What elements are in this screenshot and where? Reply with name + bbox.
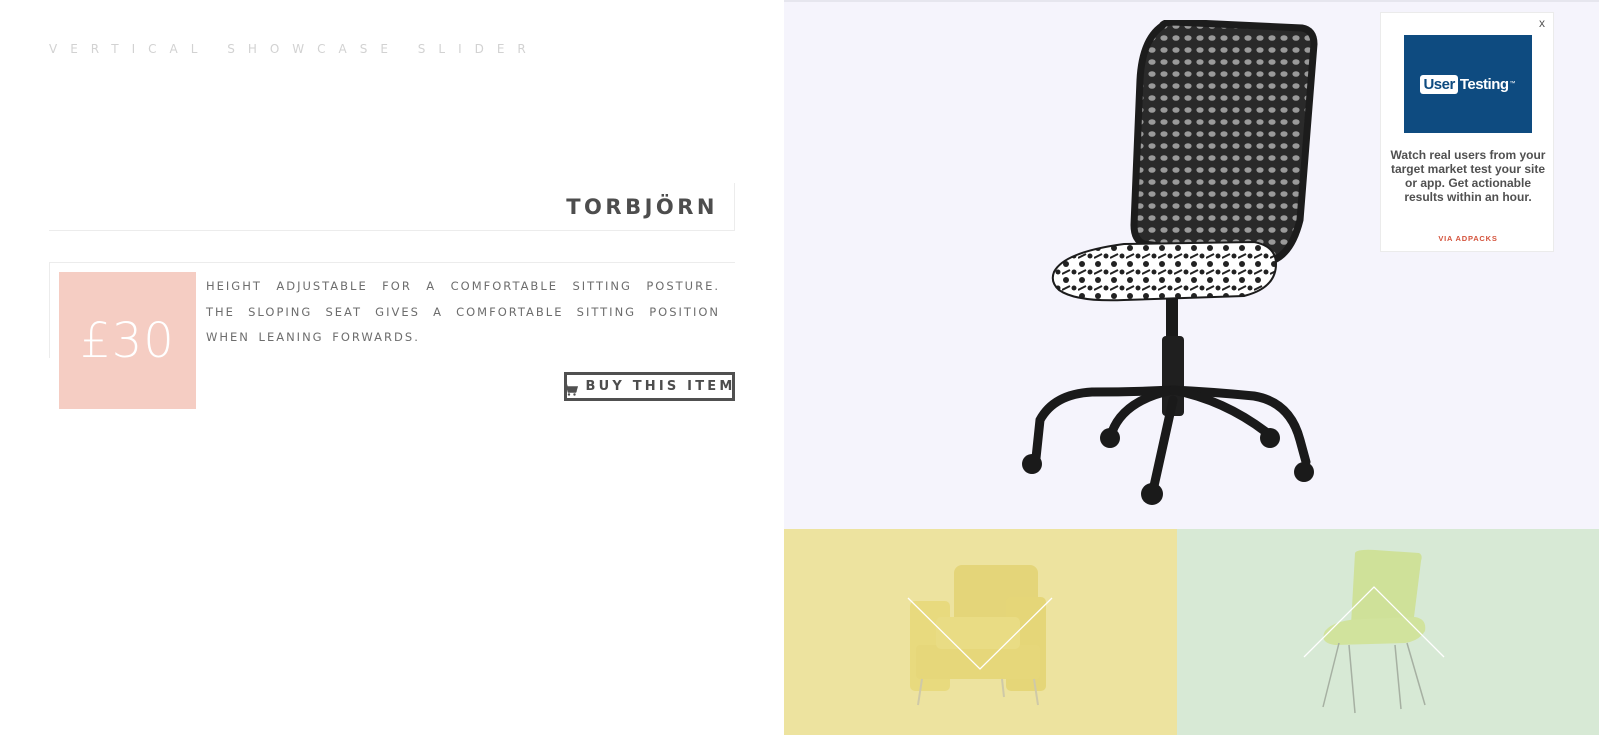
product-description: Height adjustable for a comfortable sitt… xyxy=(206,279,720,344)
price-text: £30 xyxy=(80,312,175,369)
logo-trademark: ™ xyxy=(1509,81,1516,87)
product-title-box: TORBJÖRN xyxy=(49,183,735,231)
buy-button[interactable]: BUY THIS ITEM xyxy=(563,372,736,401)
office-chair-image xyxy=(1022,20,1318,505)
prev-slide-tile[interactable] xyxy=(784,529,1177,735)
logo-testing-text: Testing xyxy=(1459,75,1509,93)
logo-user-text: User xyxy=(1420,74,1458,94)
ad-via-link[interactable]: VIA ADPACKS xyxy=(1381,234,1555,243)
chevron-down-icon[interactable] xyxy=(907,597,1053,671)
buy-button-label: BUY THIS ITEM xyxy=(585,379,736,394)
chevron-up-icon[interactable] xyxy=(1303,586,1445,658)
next-slide-tile[interactable] xyxy=(1177,529,1599,735)
ad-banner[interactable]: x User Testing ™ Watch real users from y… xyxy=(1380,12,1554,252)
product-name: TORBJÖRN xyxy=(566,195,718,219)
usertesting-logo[interactable]: User Testing ™ xyxy=(1404,35,1532,133)
price-badge: £30 xyxy=(59,272,196,409)
page-title: Vertical Showcase Slider xyxy=(49,42,539,56)
close-icon[interactable]: x xyxy=(1539,16,1545,30)
ad-text[interactable]: Watch real users from your target market… xyxy=(1389,148,1547,204)
cart-icon xyxy=(563,381,578,396)
